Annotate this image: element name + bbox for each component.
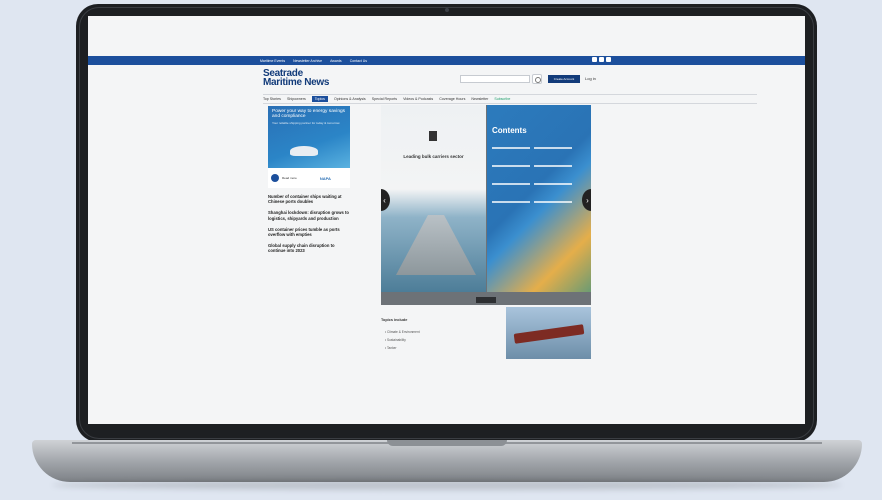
sidebar: Power your way to energy savings and com… bbox=[268, 106, 350, 255]
ad-headline: Power your way to energy savings and com… bbox=[272, 109, 346, 120]
news-title[interactable]: Shanghai lockdown: disruption grows to l… bbox=[268, 210, 350, 220]
contents-heading: Contents bbox=[492, 126, 527, 135]
nav-item-coverage[interactable]: Coverage Hours bbox=[439, 97, 465, 101]
news-item[interactable]: Shanghai lockdown: disruption grows to l… bbox=[268, 210, 350, 220]
utility-link-newsletter-archive[interactable]: Newsletter Archive bbox=[293, 59, 322, 63]
page-indicator[interactable] bbox=[476, 297, 496, 303]
site-logo[interactable]: Seatrade Maritime News bbox=[263, 69, 330, 88]
magazine-page-left: Leading bulk carriers sector bbox=[381, 105, 486, 292]
base-notch bbox=[387, 440, 507, 446]
ad-read-more[interactable]: Read more bbox=[282, 176, 297, 180]
facebook-icon[interactable] bbox=[592, 57, 597, 62]
nav-item-opinions[interactable]: Opinions & Analysis bbox=[334, 97, 366, 101]
search-icon[interactable] bbox=[532, 74, 542, 84]
utility-link-awards[interactable]: Awards bbox=[330, 59, 342, 63]
ad-subtext: Your reliable shipping partner for today… bbox=[272, 120, 340, 125]
sidebar-ad[interactable]: Power your way to energy savings and com… bbox=[268, 106, 350, 168]
nav-item-videos[interactable]: Videos & Podcasts bbox=[403, 97, 433, 101]
article-paragraph bbox=[381, 305, 496, 310]
nav-item-top-stories[interactable]: Top Stories bbox=[263, 97, 281, 101]
utility-link-contact[interactable]: Contact Us bbox=[350, 59, 367, 63]
ad-brand-logo: NAPA bbox=[319, 175, 331, 181]
utility-link-events[interactable]: Maritime Events bbox=[260, 59, 285, 63]
news-item[interactable]: Number of container ships waiting at Chi… bbox=[268, 194, 350, 204]
nav-item-shipowners[interactable]: Shipowners bbox=[287, 97, 306, 101]
login-link[interactable]: Log in bbox=[585, 76, 596, 81]
camera-icon bbox=[445, 8, 449, 12]
search-input[interactable] bbox=[460, 75, 530, 83]
nav-item-topics[interactable]: Topics bbox=[311, 96, 328, 102]
article-ship-image bbox=[506, 307, 591, 359]
linkedin-icon[interactable] bbox=[599, 57, 604, 62]
contents-list bbox=[492, 138, 587, 210]
magazine-logo-icon bbox=[429, 131, 437, 141]
social-links bbox=[592, 57, 611, 62]
create-account-button[interactable]: Create Account bbox=[548, 75, 580, 83]
nav-item-special-reports[interactable]: Special Reports bbox=[372, 97, 397, 101]
magazine-viewer[interactable]: Leading bulk carriers sector Contents ‹ … bbox=[381, 105, 591, 305]
ad-footer[interactable]: Read more NAPA bbox=[268, 168, 350, 188]
news-title[interactable]: US container prices tumble as ports over… bbox=[268, 227, 350, 237]
ad-ship-image bbox=[290, 146, 318, 156]
nav-item-newsletter[interactable]: Newsletter bbox=[471, 97, 488, 101]
article-body: Topics include Climate & Environment Sus… bbox=[381, 305, 591, 359]
nav-item-subscribe[interactable]: Subscribe bbox=[494, 97, 510, 101]
base-shadow bbox=[52, 480, 842, 490]
magazine-cover-title: Leading bulk carriers sector bbox=[403, 154, 464, 159]
logo-line-2: Maritime News bbox=[263, 77, 330, 88]
news-title[interactable]: Global supply chain disruption to contin… bbox=[268, 243, 350, 253]
tanker-ship bbox=[513, 324, 585, 344]
ship-deck-image bbox=[396, 215, 476, 275]
main-nav: Top Stories Shipowners Topics Opinions &… bbox=[263, 94, 757, 104]
play-icon[interactable] bbox=[271, 174, 279, 182]
magazine-page-right: Contents bbox=[487, 105, 591, 292]
browser-screen: Maritime Events Newsletter Archive Award… bbox=[88, 16, 805, 424]
news-item[interactable]: US container prices tumble as ports over… bbox=[268, 227, 350, 237]
top-utility-bar: Maritime Events Newsletter Archive Award… bbox=[88, 56, 805, 65]
twitter-icon[interactable] bbox=[606, 57, 611, 62]
news-title[interactable]: Number of container ships waiting at Chi… bbox=[268, 194, 350, 204]
laptop-base bbox=[32, 440, 862, 490]
news-item[interactable]: Global supply chain disruption to contin… bbox=[268, 243, 350, 253]
